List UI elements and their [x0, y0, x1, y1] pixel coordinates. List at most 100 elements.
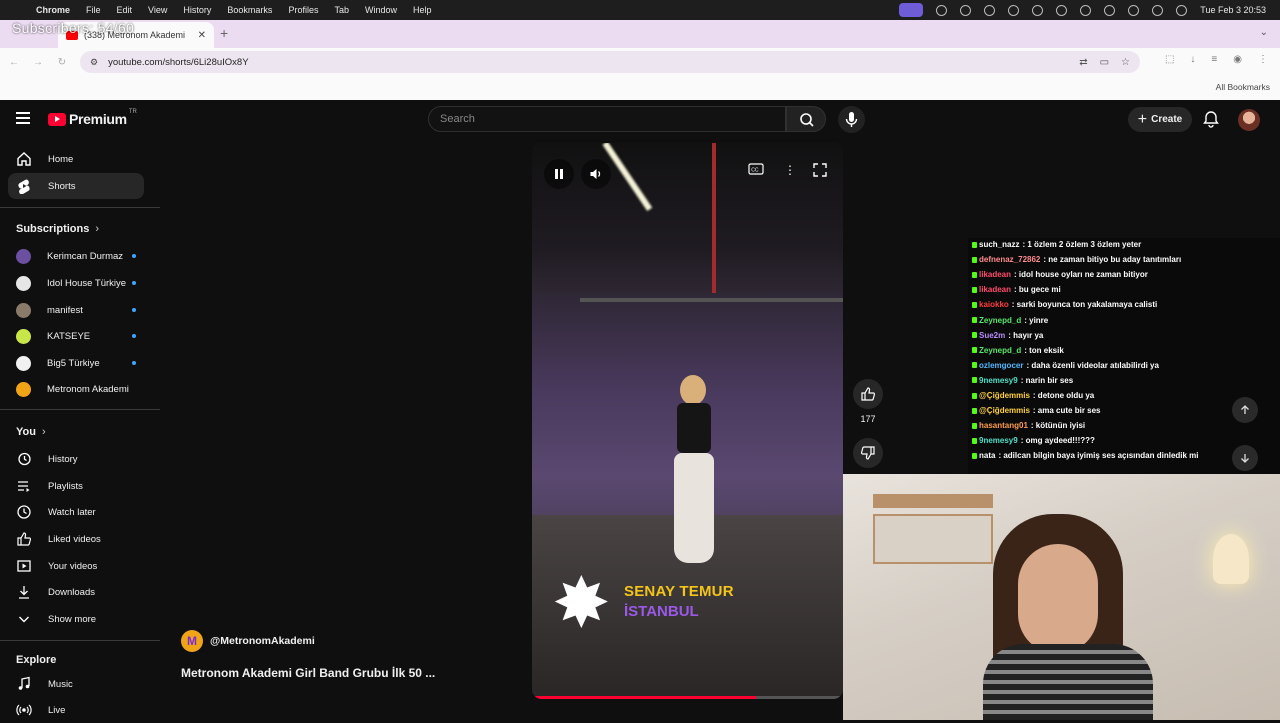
- sidebar-item-music[interactable]: Music: [8, 671, 144, 697]
- subscriptions-heading[interactable]: Subscriptions ›: [16, 223, 99, 235]
- chat-username: Zeynepd_d: [979, 315, 1022, 325]
- next-short-button[interactable]: [1232, 445, 1258, 471]
- menu-file[interactable]: File: [86, 5, 101, 15]
- webcam-cabinet: [873, 514, 993, 564]
- chat-message: 9nemesy9: omg aydeed!!!???: [972, 436, 1095, 445]
- shorts-video-player[interactable]: CC ⋮ ✸ SENAY TEMUR İSTANBUL: [532, 143, 843, 699]
- channel-avatar: [16, 381, 31, 397]
- search-icon: [800, 113, 814, 127]
- menu-tab[interactable]: Tab: [334, 5, 349, 15]
- menu-chrome[interactable]: Chrome: [36, 5, 70, 15]
- extensions-icon[interactable]: ⬚: [1165, 54, 1174, 65]
- sidebar-item-live[interactable]: Live: [8, 697, 144, 723]
- you-heading[interactable]: You ›: [16, 426, 46, 438]
- user-icon[interactable]: [1080, 4, 1092, 16]
- chat-username: defnenaz_72862: [979, 255, 1041, 265]
- notifications-button[interactable]: [1202, 110, 1220, 133]
- chat-message: @Çiğdemmis: ama cute bir ses: [972, 406, 1101, 415]
- menu-help[interactable]: Help: [413, 5, 432, 15]
- menu-clock[interactable]: Tue Feb 3 20:53: [1200, 5, 1266, 15]
- sidebar-item-liked-videos[interactable]: Liked videos: [8, 526, 144, 552]
- video-progress-bar[interactable]: [532, 696, 843, 699]
- address-bar[interactable]: ⚙ youtube.com/shorts/6Li28uIOx8Y ⇄ ▭ ☆: [80, 51, 1140, 73]
- menu-bookmarks[interactable]: Bookmarks: [227, 5, 272, 15]
- sidebar-item-label: Show more: [48, 613, 97, 625]
- profile-icon[interactable]: ◉: [1233, 54, 1242, 65]
- back-icon[interactable]: ←: [4, 57, 24, 68]
- dislike-button[interactable]: [853, 438, 883, 468]
- screen-record-icon[interactable]: [899, 3, 924, 17]
- sidebar-item-downloads[interactable]: Downloads: [8, 579, 144, 605]
- chrome-menu-icon[interactable]: ⋮: [1258, 54, 1268, 65]
- sidebar-item-history[interactable]: History: [8, 446, 144, 472]
- menu-history[interactable]: History: [183, 5, 211, 15]
- wifi-icon[interactable]: [1104, 4, 1116, 16]
- menu-window[interactable]: Window: [365, 5, 397, 15]
- sidebar-item-subscription[interactable]: Kerimcan Durmaz: [8, 243, 144, 269]
- status-icon[interactable]: [960, 4, 972, 16]
- siri-icon[interactable]: [1176, 4, 1188, 16]
- status-icon[interactable]: [984, 4, 996, 16]
- volume-button[interactable]: [581, 159, 611, 189]
- sidebar-item-subscription[interactable]: Big5 Türkiye: [8, 350, 144, 376]
- chat-message: ozlemgocer: daha özenli videolar atılabi…: [972, 361, 1159, 370]
- sidebar-item-subscription[interactable]: Idol House Türkiye: [8, 270, 144, 296]
- webcam-lamp: [1213, 534, 1249, 584]
- sidebar-item-playlists[interactable]: Playlists: [8, 473, 144, 499]
- control-center-icon[interactable]: [1152, 4, 1164, 16]
- channel-handle[interactable]: @MetronomAkademi: [210, 635, 315, 647]
- install-icon[interactable]: ▭: [1100, 57, 1109, 68]
- chat-message-text: : ne zaman bitiyo bu aday tanıtımları: [1043, 255, 1182, 265]
- fullscreen-icon[interactable]: [813, 163, 827, 180]
- hamburger-menu-icon[interactable]: [16, 112, 30, 124]
- sidebar-item-subscription[interactable]: KATSEYE: [8, 323, 144, 349]
- moon-icon[interactable]: [1032, 4, 1044, 16]
- status-icon[interactable]: [1056, 4, 1068, 16]
- search-input[interactable]: Search: [428, 106, 786, 132]
- downloads-icon[interactable]: ↓: [1190, 54, 1195, 65]
- bookmarks-bar: All Bookmarks: [0, 76, 1280, 100]
- battery-icon[interactable]: [1128, 4, 1140, 16]
- reading-list-icon[interactable]: ≡: [1211, 54, 1217, 65]
- chat-badge-icon: [972, 392, 977, 399]
- youtube-premium-logo[interactable]: Premium TR: [48, 109, 137, 127]
- sidebar-item-your-videos[interactable]: Your videos: [8, 553, 144, 579]
- menu-view[interactable]: View: [148, 5, 167, 15]
- forward-icon[interactable]: →: [28, 57, 48, 68]
- close-tab-icon[interactable]: ✕: [198, 30, 206, 41]
- status-icon[interactable]: [936, 4, 948, 16]
- channel-info[interactable]: M @MetronomAkademi: [181, 630, 315, 652]
- menu-profiles[interactable]: Profiles: [288, 5, 318, 15]
- chat-message: Zeynepd_d: yinre: [972, 316, 1048, 325]
- search-button[interactable]: [786, 106, 826, 132]
- pause-button[interactable]: [544, 159, 574, 189]
- sidebar-item-home[interactable]: Home: [8, 146, 144, 172]
- video-title[interactable]: Metronom Akademi Girl Band Grubu İlk 50 …: [181, 666, 435, 680]
- chat-username: hasantang01: [979, 421, 1028, 431]
- sidebar-item-subscription[interactable]: manifest: [8, 297, 144, 323]
- create-button[interactable]: + Create: [1128, 107, 1192, 132]
- captions-icon[interactable]: CC: [748, 163, 764, 178]
- reload-icon[interactable]: ↻: [52, 57, 72, 68]
- sidebar-item-subscription[interactable]: Metronom Akademi: [8, 376, 144, 402]
- like-button[interactable]: [853, 379, 883, 409]
- sidebar-item-watch-later[interactable]: Watch later: [8, 499, 144, 525]
- more-options-icon[interactable]: ⋮: [784, 163, 796, 177]
- tab-search-icon[interactable]: ⌄: [1260, 27, 1268, 38]
- previous-short-button[interactable]: [1232, 397, 1258, 423]
- menu-edit[interactable]: Edit: [117, 5, 133, 15]
- all-bookmarks-link[interactable]: All Bookmarks: [1216, 82, 1270, 92]
- chevron-down-icon: [16, 611, 32, 627]
- account-avatar[interactable]: [1238, 109, 1260, 131]
- sidebar-item-show-more[interactable]: Show more: [8, 606, 144, 632]
- translate-icon[interactable]: ⇄: [1079, 57, 1087, 68]
- chat-username: likadean: [979, 285, 1012, 295]
- new-tab-icon[interactable]: +: [220, 25, 228, 41]
- chat-badge-icon: [972, 241, 977, 248]
- voice-search-button[interactable]: [838, 106, 865, 133]
- new-content-dot: [132, 308, 136, 312]
- site-info-icon[interactable]: ⚙: [90, 57, 98, 68]
- bookmark-star-icon[interactable]: ☆: [1121, 57, 1130, 68]
- sidebar-item-shorts[interactable]: Shorts: [8, 173, 144, 199]
- play-status-icon[interactable]: [1008, 4, 1020, 16]
